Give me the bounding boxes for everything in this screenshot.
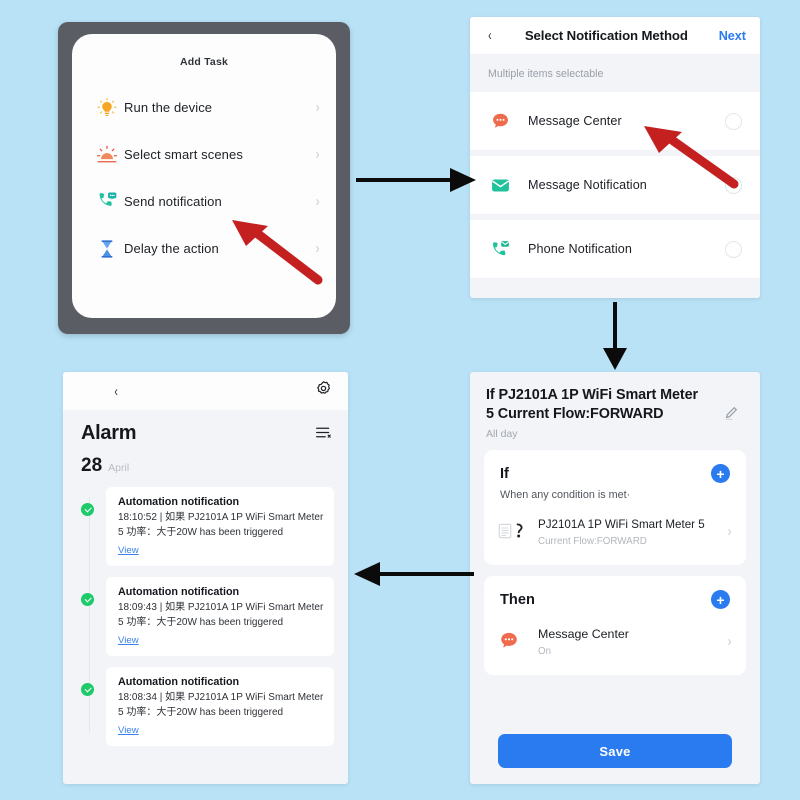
if-heading: If: [500, 465, 509, 482]
task-item-label: Run the device: [124, 100, 213, 115]
if-card-header: If +: [484, 464, 746, 484]
chat-bubble-icon: [490, 111, 528, 132]
chevron-right-icon: ›: [727, 522, 732, 540]
action-state: On: [538, 646, 552, 658]
notification-method-label: Phone Notification: [528, 242, 633, 256]
condition-device-name: PJ2101A 1P WiFi Smart Meter 5: [538, 518, 705, 532]
add-action-button[interactable]: +: [711, 590, 730, 610]
add-task-sheet: Add Task Run the device › Select smart s…: [72, 34, 336, 318]
alarm-list-item[interactable]: Automation notification 18:10:52 | 如果 PJ…: [81, 487, 348, 566]
alarm-date: 28 April: [63, 445, 348, 477]
alarm-card[interactable]: Automation notification 18:09:43 | 如果 PJ…: [106, 577, 334, 656]
phone-mail-icon: [490, 239, 528, 260]
action-row[interactable]: Message Center On ›: [484, 609, 746, 669]
checkbox-unselected[interactable]: [725, 176, 742, 194]
alarm-card[interactable]: Automation notification 18:10:52 | 如果 PJ…: [106, 487, 334, 566]
next-button[interactable]: Next: [719, 29, 746, 43]
task-item-delay-the-action[interactable]: Delay the action ›: [72, 225, 336, 272]
alarm-title: Automation notification: [118, 496, 240, 508]
notification-method-label: Message Center: [528, 114, 622, 128]
flow-diagram-canvas: Add Task Run the device › Select smart s…: [0, 0, 800, 800]
add-task-list: Run the device › Select smart scenes › S…: [72, 84, 336, 272]
then-card: Then + Message Center On ›: [484, 576, 746, 676]
task-item-run-the-device[interactable]: Run the device ›: [72, 84, 336, 131]
then-card-header: Then +: [484, 590, 746, 610]
meter-icon: [498, 520, 538, 542]
alarm-card[interactable]: Automation notification 18:08:34 | 如果 PJ…: [106, 667, 334, 746]
page-title: Alarm: [81, 422, 137, 444]
condition-device-meta: Current Flow:FORWARD: [538, 536, 647, 548]
chevron-right-icon: ›: [727, 632, 732, 650]
if-condition-mode: When any condition is met·: [500, 489, 631, 502]
alarm-list-item[interactable]: Automation notification 18:08:34 | 如果 PJ…: [81, 667, 348, 746]
view-link[interactable]: View: [118, 725, 139, 736]
condition-device-row[interactable]: PJ2101A 1P WiFi Smart Meter 5 Current Fl…: [484, 501, 746, 559]
task-item-label: Select smart scenes: [124, 147, 243, 162]
add-condition-button[interactable]: +: [711, 464, 730, 484]
alarm-header: ‹: [63, 372, 348, 410]
automation-header: If PJ2101A 1P WiFi Smart Meter 5 Current…: [470, 372, 760, 450]
arrow-method-to-automation: [603, 302, 627, 370]
chevron-right-icon: ›: [315, 193, 320, 210]
alarm-panel: ‹ Alarm 28 April Automation notification…: [63, 372, 348, 784]
alarm-date-month: April: [108, 462, 130, 474]
notification-method-phone-notification[interactable]: Phone Notification: [470, 220, 760, 278]
bulb-icon: [90, 97, 124, 119]
phone-message-icon: [90, 190, 124, 213]
chevron-right-icon: ›: [315, 240, 320, 257]
add-task-phone-frame: Add Task Run the device › Select smart s…: [58, 22, 350, 334]
success-check-icon: [81, 683, 94, 696]
view-link[interactable]: View: [118, 635, 139, 646]
alarm-date-day: 28: [81, 455, 103, 476]
condition-device-text: PJ2101A 1P WiFi Smart Meter 5 Current Fl…: [538, 515, 727, 547]
alarm-title: Automation notification: [118, 586, 240, 598]
notification-method-header: ‹ Select Notification Method Next: [470, 17, 760, 54]
alarm-body: 18:08:34 | 如果 PJ2101A 1P WiFi Smart Mete…: [118, 692, 324, 718]
view-link[interactable]: View: [118, 545, 139, 556]
task-item-label: Delay the action: [124, 241, 219, 256]
if-card: If + When any condition is met· PJ2101A …: [484, 450, 746, 566]
alarm-title: Automation notification: [118, 676, 240, 688]
alarm-body: 18:10:52 | 如果 PJ2101A 1P WiFi Smart Mete…: [118, 512, 324, 538]
chevron-right-icon: ›: [315, 146, 320, 163]
sunrise-icon: [90, 144, 124, 166]
back-icon[interactable]: ‹: [488, 27, 498, 44]
alarm-title-row: Alarm: [63, 410, 348, 445]
arrow-addtask-to-method: [356, 168, 476, 192]
chevron-right-icon: ›: [315, 99, 320, 116]
select-notification-method-panel: ‹ Select Notification Method Next Multip…: [470, 17, 760, 298]
then-heading: Then: [500, 591, 535, 608]
envelope-icon: [490, 175, 528, 196]
alarm-list-item[interactable]: Automation notification 18:09:43 | 如果 PJ…: [81, 577, 348, 656]
filter-list-icon[interactable]: [315, 425, 332, 445]
action-name: Message Center: [538, 627, 629, 642]
save-button[interactable]: Save: [498, 734, 732, 768]
gear-icon[interactable]: [315, 380, 332, 402]
selection-hint: Multiple items selectable: [470, 54, 760, 92]
back-icon[interactable]: ‹: [114, 383, 279, 400]
alarm-body: 18:09:43 | 如果 PJ2101A 1P WiFi Smart Mete…: [118, 602, 324, 628]
automation-schedule: All day: [486, 428, 518, 441]
alarm-notification-list: Automation notification 18:10:52 | 如果 PJ…: [63, 487, 348, 746]
checkbox-unselected[interactable]: [725, 240, 742, 258]
automation-detail-panel: If PJ2101A 1P WiFi Smart Meter 5 Current…: [470, 372, 760, 784]
arrow-automation-to-alarm: [354, 562, 474, 586]
success-check-icon: [81, 503, 94, 516]
add-task-title: Add Task: [179, 56, 229, 68]
notification-method-message-notification[interactable]: Message Notification: [470, 156, 760, 214]
automation-title: If PJ2101A 1P WiFi Smart Meter 5 Current…: [486, 387, 699, 423]
success-check-icon: [81, 593, 94, 606]
action-text: Message Center On: [538, 625, 727, 657]
page-title: Select Notification Method: [524, 28, 688, 43]
chat-bubble-icon: [498, 630, 538, 652]
notification-method-message-center[interactable]: Message Center: [470, 92, 760, 150]
notification-method-label: Message Notification: [528, 178, 647, 192]
task-item-select-smart-scenes[interactable]: Select smart scenes ›: [72, 131, 336, 178]
hourglass-icon: [90, 238, 124, 260]
task-item-label: Send notification: [124, 194, 222, 209]
task-item-send-notification[interactable]: Send notification ›: [72, 178, 336, 225]
checkbox-unselected[interactable]: [725, 112, 742, 130]
pencil-icon[interactable]: [721, 404, 740, 428]
